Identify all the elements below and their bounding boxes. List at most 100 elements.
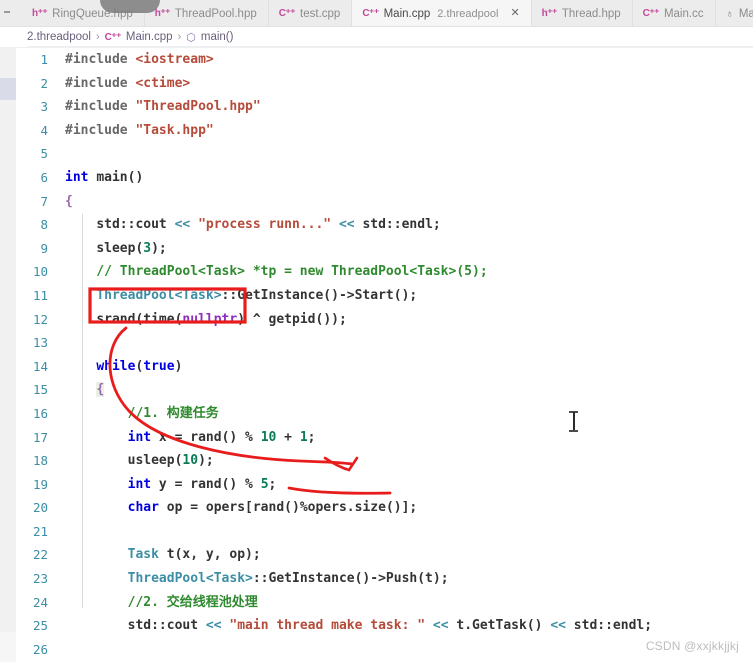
line-content[interactable]: // ThreadPool<Task> *tp = new ThreadPool… bbox=[60, 260, 753, 284]
editor-tab-ringqueue-hpp[interactable]: h⁺⁺ RingQueue.hpp bbox=[22, 0, 145, 26]
cpp-file-icon: C⁺⁺ bbox=[362, 8, 379, 19]
cpp-file-icon: C⁺⁺ bbox=[104, 31, 122, 43]
breadcrumb-item-folder[interactable]: 2.threadpool bbox=[27, 31, 91, 43]
line-number: 4 bbox=[40, 122, 48, 138]
code-line[interactable]: 14 while(true) bbox=[16, 355, 753, 379]
line-number: 19 bbox=[32, 476, 48, 492]
editor-window: h⁺⁺ RingQueue.hpp h⁺⁺ ThreadPool.hpp C⁺⁺… bbox=[0, 0, 753, 662]
line-number: 1 bbox=[40, 52, 48, 67]
code-line[interactable]: 26 bbox=[16, 638, 753, 662]
line-number: 24 bbox=[32, 594, 48, 610]
watermark: CSDN @xxjkkjjkj bbox=[645, 639, 739, 653]
cpp-file-icon: C⁺⁺ bbox=[642, 8, 660, 19]
code-line[interactable]: 8 std::cout << "process runn..." << std:… bbox=[16, 213, 753, 237]
editor-tab-label: Main.cc bbox=[663, 7, 704, 20]
line-content[interactable]: int x = rand() % 10 + 1; bbox=[60, 426, 753, 450]
code-line[interactable]: 12 srand(time(nullptr) ^ getpid()); bbox=[16, 308, 753, 332]
line-content[interactable]: #include <ctime> bbox=[60, 72, 753, 96]
code-line[interactable]: 13 bbox=[16, 331, 753, 355]
line-number: 16 bbox=[32, 405, 48, 421]
line-content[interactable]: std::cout << "main thread make task: " <… bbox=[60, 614, 753, 638]
line-content[interactable]: sleep(3); bbox=[60, 237, 753, 261]
breadcrumb-item-symbol[interactable]: main() bbox=[201, 31, 234, 43]
code-line[interactable]: 5 bbox=[16, 142, 753, 166]
code-line[interactable]: 22 Task t(x, y, op); bbox=[16, 543, 753, 567]
code-line[interactable]: 7 { bbox=[16, 190, 753, 214]
code-line[interactable]: 11 ThreadPool<Task>::GetInstance()->Star… bbox=[16, 284, 753, 308]
code-line[interactable]: 17 int x = rand() % 10 + 1; bbox=[16, 426, 753, 450]
editor-tab-makefile[interactable]: ♁ Make bbox=[715, 0, 753, 26]
breadcrumb[interactable]: 2.threadpool › C⁺⁺ Main.cpp › ⬡ main() bbox=[0, 27, 753, 48]
editor-tab-label: ThreadPool.hpp bbox=[174, 7, 257, 20]
line-content[interactable]: #include "Task.hpp" bbox=[60, 119, 753, 143]
line-content[interactable]: int main() bbox=[60, 166, 753, 190]
editor-tab-main-cc[interactable]: C⁺⁺ Main.cc bbox=[632, 0, 716, 26]
line-content[interactable]: char op = opers[rand()%opers.size()]; bbox=[60, 496, 753, 520]
editor-tab-label: Main.cpp bbox=[383, 7, 431, 20]
line-number: 5 bbox=[40, 146, 48, 162]
code-line[interactable]: 21 bbox=[16, 520, 753, 544]
line-number: 3 bbox=[40, 99, 48, 115]
symbol-method-icon: ⬡ bbox=[186, 31, 196, 44]
line-content[interactable]: std::cout << "process runn..." << std::e… bbox=[60, 213, 753, 237]
line-number: 2 bbox=[40, 75, 48, 91]
line-number: 7 bbox=[40, 193, 48, 209]
code-content[interactable]: 1 #include <iostream> 2 #include <ctime>… bbox=[16, 48, 753, 662]
code-line[interactable]: 6 int main() bbox=[16, 166, 753, 190]
editor-left-rail[interactable] bbox=[0, 48, 16, 662]
code-line[interactable]: 15 { bbox=[16, 378, 753, 402]
editor-tab-label: RingQueue.hpp bbox=[52, 7, 133, 20]
line-content[interactable]: srand(time(nullptr) ^ getpid()); bbox=[60, 308, 753, 332]
line-content[interactable]: usleep(10); bbox=[60, 449, 753, 473]
code-line[interactable]: 24 //2. 交给线程池处理 bbox=[16, 591, 753, 615]
line-content[interactable]: //1. 构建任务 bbox=[60, 402, 753, 426]
line-number: 12 bbox=[32, 311, 48, 327]
breadcrumb-item-file[interactable]: Main.cpp bbox=[126, 31, 173, 43]
h-file-icon: h⁺⁺ bbox=[32, 8, 48, 19]
line-content[interactable]: #include "ThreadPool.hpp" bbox=[60, 95, 753, 119]
code-line[interactable]: 20 char op = opers[rand()%opers.size()]; bbox=[16, 496, 753, 520]
editor-tab-thread-hpp[interactable]: h⁺⁺ Thread.hpp bbox=[531, 0, 633, 26]
code-line[interactable]: 23 ThreadPool<Task>::GetInstance()->Push… bbox=[16, 567, 753, 591]
line-content[interactable]: while(true) bbox=[60, 355, 753, 379]
code-line[interactable]: 10 // ThreadPool<Task> *tp = new ThreadP… bbox=[16, 260, 753, 284]
line-number: 13 bbox=[32, 335, 48, 351]
line-number: 6 bbox=[40, 169, 48, 185]
chevron-right-icon: › bbox=[95, 31, 100, 43]
code-line[interactable]: 19 int y = rand() % 5; bbox=[16, 473, 753, 497]
code-line[interactable]: 2 #include <ctime> bbox=[16, 72, 753, 96]
code-line[interactable]: 25 std::cout << "main thread make task: … bbox=[16, 614, 753, 638]
line-content[interactable]: { bbox=[60, 190, 753, 214]
line-number: 14 bbox=[32, 358, 48, 374]
line-number: 23 bbox=[32, 571, 48, 587]
line-content[interactable]: int y = rand() % 5; bbox=[60, 473, 753, 497]
line-content[interactable]: ThreadPool<Task>::GetInstance()->Push(t)… bbox=[60, 567, 753, 591]
code-line[interactable]: 9 sleep(3); bbox=[16, 237, 753, 261]
editor-tab-threadpool-hpp[interactable]: h⁺⁺ ThreadPool.hpp bbox=[144, 0, 269, 26]
chevron-left-icon[interactable] bbox=[4, 11, 10, 13]
rail-highlight-marker bbox=[0, 78, 16, 100]
line-number: 10 bbox=[32, 264, 48, 280]
line-number: 26 bbox=[32, 641, 48, 657]
line-content[interactable]: Task t(x, y, op); bbox=[60, 543, 753, 567]
code-line[interactable]: 4 #include "Task.hpp" bbox=[16, 119, 753, 143]
line-content[interactable]: ThreadPool<Task>::GetInstance()->Start()… bbox=[60, 284, 753, 308]
editor-tab-sublabel: 2.threadpool bbox=[437, 7, 499, 20]
editor-tab-main-cpp[interactable]: C⁺⁺ Main.cpp 2.threadpool ✕ bbox=[352, 0, 532, 26]
line-content[interactable]: { bbox=[60, 378, 753, 402]
editor-tab-bar[interactable]: h⁺⁺ RingQueue.hpp h⁺⁺ ThreadPool.hpp C⁺⁺… bbox=[0, 0, 753, 27]
code-line[interactable]: 1 #include <iostream> bbox=[16, 48, 753, 72]
chevron-right-icon-2: › bbox=[177, 31, 182, 43]
line-content[interactable]: //2. 交给线程池处理 bbox=[60, 591, 753, 615]
line-content[interactable]: #include <iostream> bbox=[60, 48, 753, 72]
editor-tab-test-cpp[interactable]: C⁺⁺ test.cpp bbox=[268, 0, 353, 26]
rail-footer bbox=[0, 632, 16, 662]
line-number: 18 bbox=[32, 453, 48, 469]
line-number: 8 bbox=[40, 217, 48, 233]
code-line[interactable]: 3 #include "ThreadPool.hpp" bbox=[16, 95, 753, 119]
code-line[interactable]: 18 usleep(10); bbox=[16, 449, 753, 473]
line-number: 22 bbox=[32, 547, 48, 563]
code-editor[interactable]: 1 #include <iostream> 2 #include <ctime>… bbox=[16, 48, 753, 662]
code-line[interactable]: 16 //1. 构建任务 bbox=[16, 402, 753, 426]
close-icon[interactable]: ✕ bbox=[510, 8, 519, 19]
